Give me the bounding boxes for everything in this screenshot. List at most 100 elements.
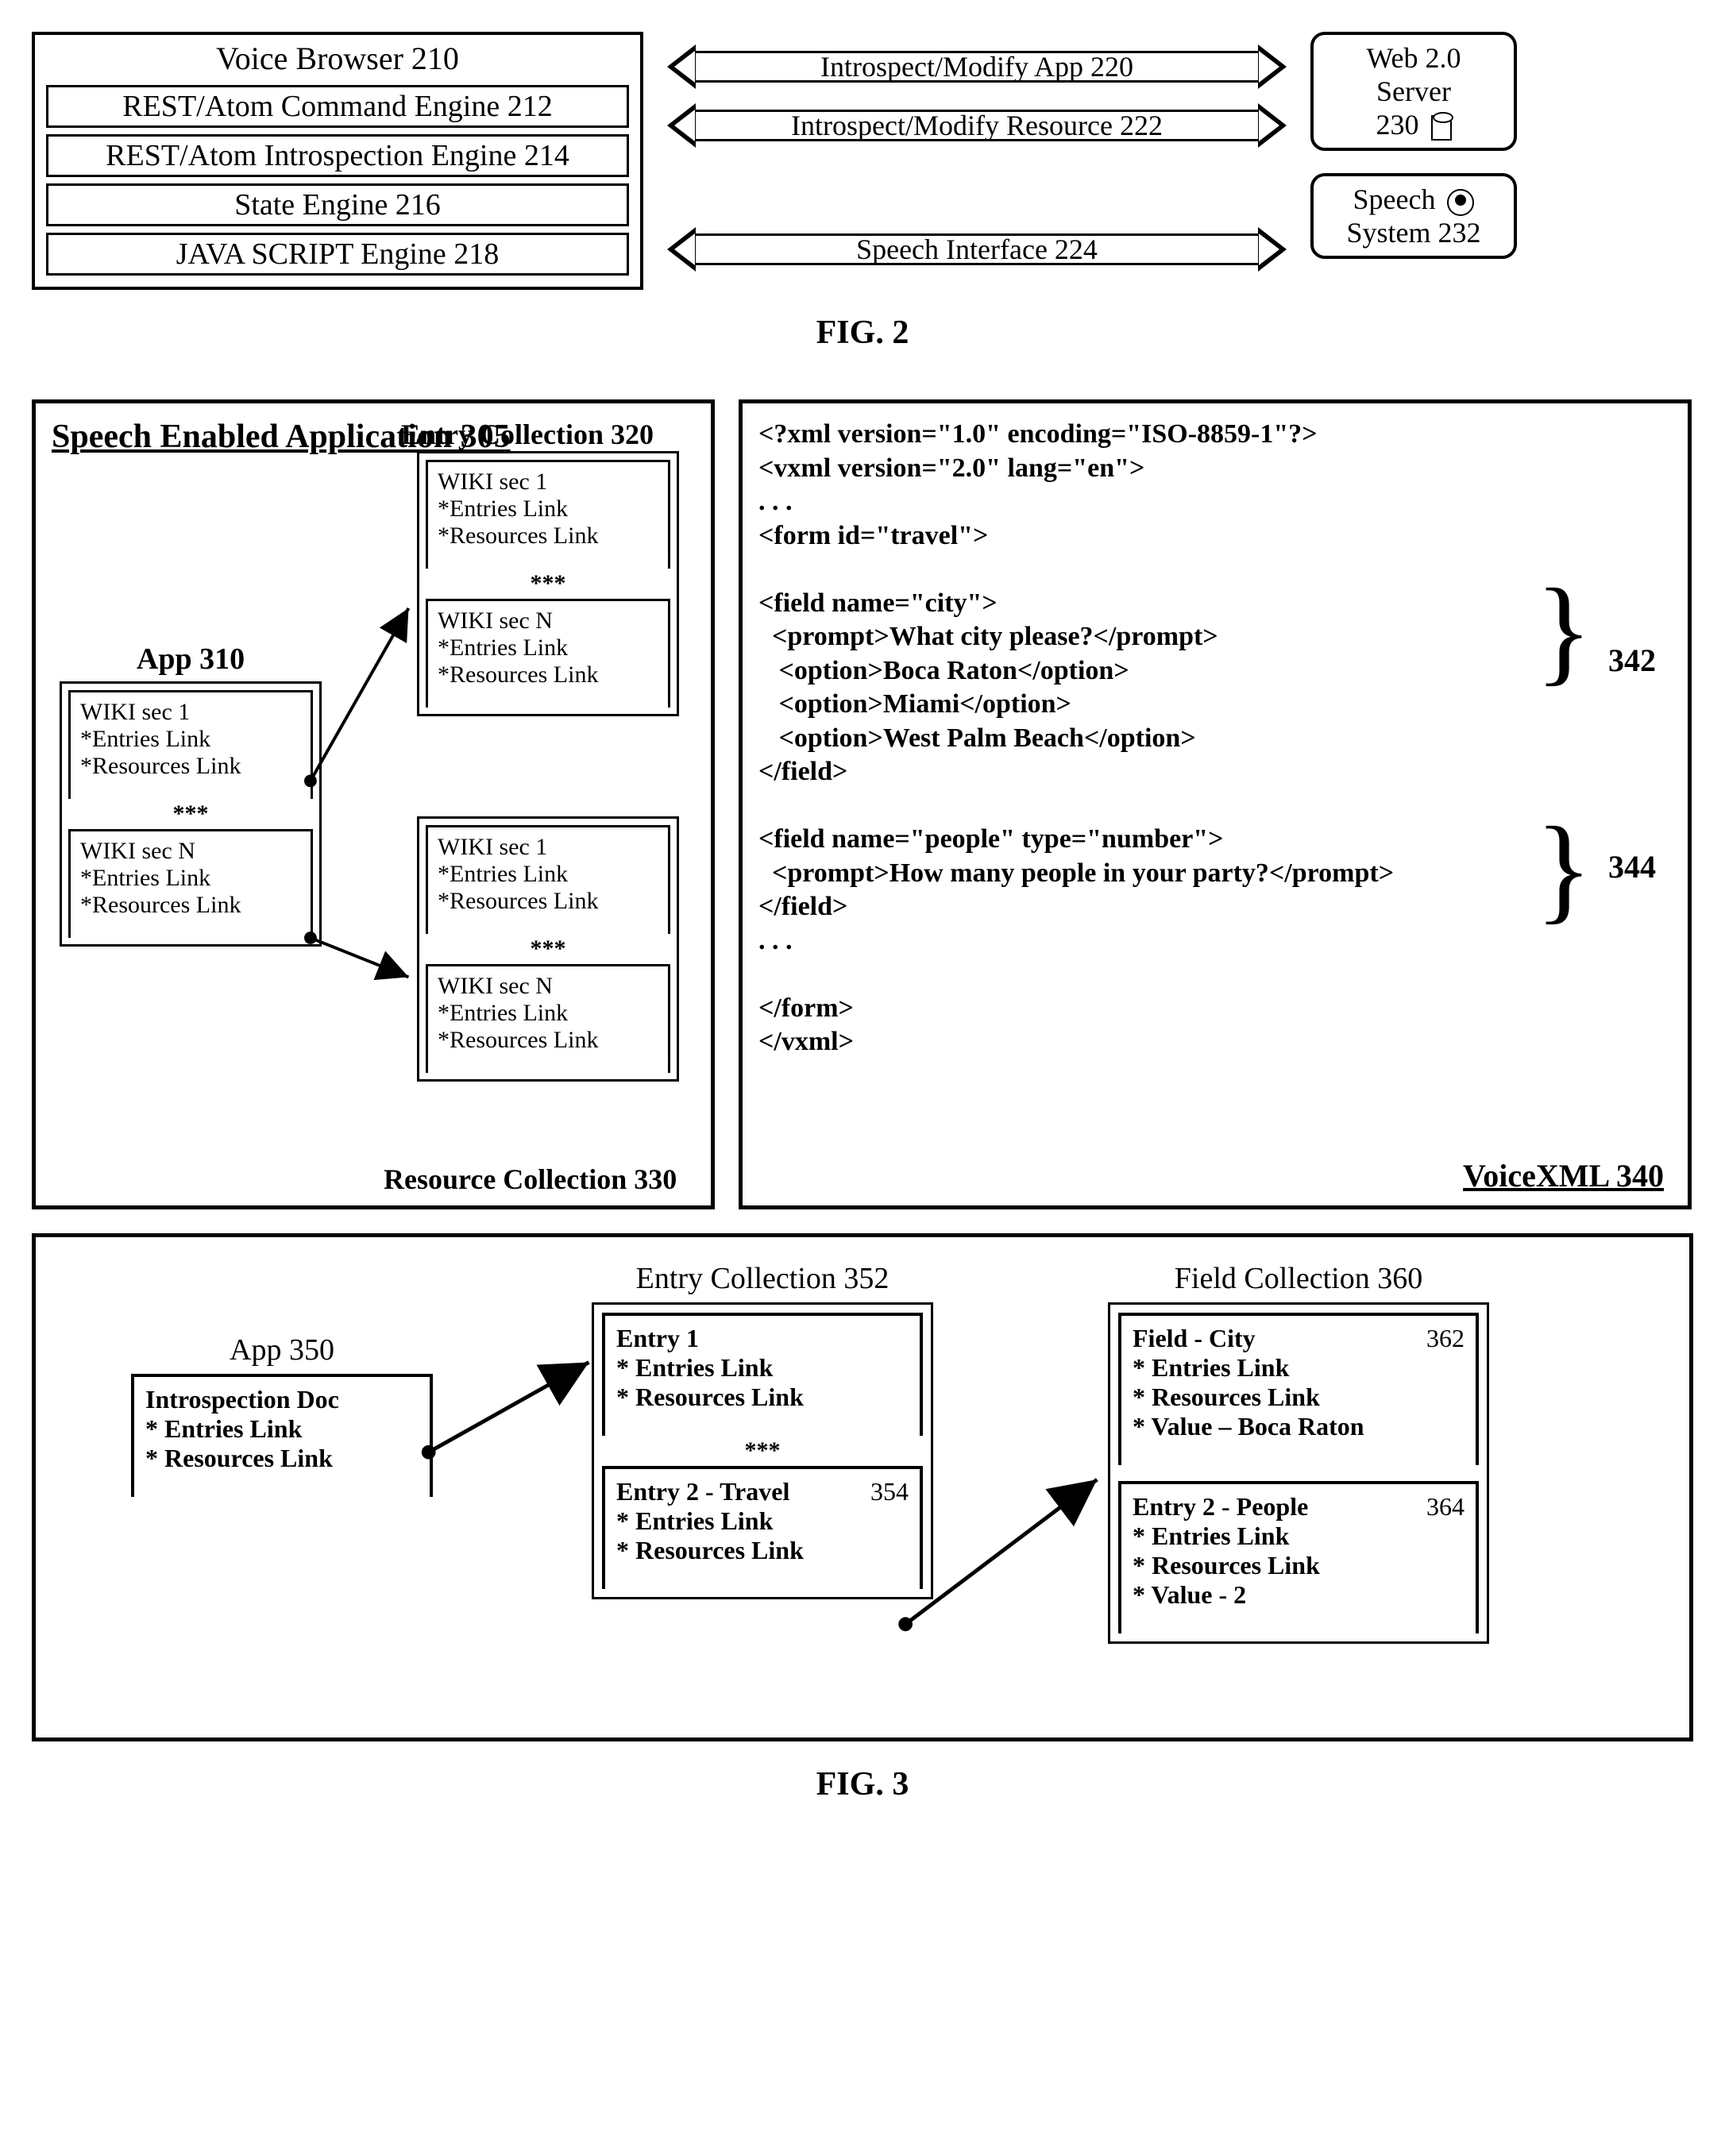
entries-link: *Entries Link <box>438 861 658 888</box>
app-310-box: WIKI sec 1 *Entries Link *Resources Link… <box>60 681 322 947</box>
figure-3-bottom-panel: App 350 Introspection Doc * Entries Link… <box>32 1233 1693 1741</box>
resources-link: * Resources Link <box>616 1536 909 1565</box>
entry-2-doc: 354 Entry 2 - Travel * Entries Link * Re… <box>602 1466 923 1589</box>
field-city-title: Field - City <box>1133 1324 1465 1353</box>
ref-354: 354 <box>870 1477 909 1506</box>
field-people-doc: 364 Entry 2 - People * Entries Link * Re… <box>1118 1481 1479 1633</box>
app-350-label: App 350 <box>131 1333 433 1367</box>
resource-doc-1: WIKI sec 1 *Entries Link *Resources Link <box>426 825 670 934</box>
ref-344: 344 <box>1608 848 1656 885</box>
app-doc-n: WIKI sec N *Entries Link *Resources Link <box>68 829 313 938</box>
field-collection-360-column: Field Collection 360 362 Field - City * … <box>1108 1261 1489 1644</box>
arrow-introspect-resource: Introspect/Modify Resource 222 <box>667 103 1287 148</box>
entries-link: * Entries Link <box>1133 1522 1465 1551</box>
resources-link: *Resources Link <box>80 753 301 780</box>
entry-doc-1: WIKI sec 1 *Entries Link *Resources Link <box>426 460 670 569</box>
entries-link: * Entries Link <box>1133 1353 1465 1383</box>
wiki-sec-1: WIKI sec 1 <box>438 469 658 496</box>
arrow-introspect-app: Introspect/Modify App 220 <box>667 44 1287 89</box>
speech-system-line2: System 232 <box>1325 216 1503 249</box>
entries-link: * Entries Link <box>616 1506 909 1536</box>
entry-collection-352-label: Entry Collection 352 <box>592 1261 933 1296</box>
resources-link: *Resources Link <box>438 661 658 688</box>
vxml-code: <?xml version="1.0" encoding="ISO-8859-1… <box>758 418 1672 1059</box>
resources-link: * Resources Link <box>145 1444 419 1473</box>
entries-link: *Entries Link <box>438 496 658 523</box>
entry-1-doc: Entry 1 * Entries Link * Resources Link <box>602 1313 923 1436</box>
voicexml-title: VoiceXML 340 <box>1463 1157 1664 1194</box>
arrow-speech-interface: Speech Interface 224 <box>667 227 1287 272</box>
entries-link: *Entries Link <box>80 726 301 753</box>
introspection-doc: Introspection Doc <box>145 1385 419 1414</box>
wiki-sec-n: WIKI sec N <box>80 838 301 865</box>
speech-head-icon <box>1447 189 1474 216</box>
value-2: * Value - 2 <box>1133 1580 1465 1610</box>
resources-link: *Resources Link <box>438 888 658 915</box>
vb-row-introspection-engine: REST/Atom Introspection Engine 214 <box>46 134 629 177</box>
wiki-sec-n: WIKI sec N <box>438 973 658 1000</box>
brace-icon: } <box>1535 800 1592 937</box>
ellipsis-stars: *** <box>426 570 670 597</box>
brace-icon: } <box>1535 562 1592 699</box>
speech-system-box: Speech System 232 <box>1310 173 1517 259</box>
ellipsis-stars: *** <box>426 935 670 962</box>
app-doc-1: WIKI sec 1 *Entries Link *Resources Link <box>68 690 313 799</box>
ellipsis-stars: *** <box>602 1437 923 1464</box>
speech-enabled-app-panel: Speech Enabled Application 305 Entry Col… <box>32 399 715 1209</box>
arrow-label: Introspect/Modify App 220 <box>696 51 1258 83</box>
vb-row-command-engine: REST/Atom Command Engine 212 <box>46 85 629 128</box>
resource-doc-n: WIKI sec N *Entries Link *Resources Link <box>426 964 670 1073</box>
ref-362: 362 <box>1426 1324 1465 1353</box>
entry-collection-320: WIKI sec 1 *Entries Link *Resources Link… <box>417 451 679 716</box>
ref-342: 342 <box>1608 642 1656 679</box>
entry-collection-label: Entry Collection 320 <box>401 418 654 451</box>
value-boca-raton: * Value – Boca Raton <box>1133 1412 1465 1441</box>
voice-browser-title: Voice Browser 210 <box>46 35 629 85</box>
voicexml-panel: <?xml version="1.0" encoding="ISO-8859-1… <box>739 399 1692 1209</box>
entries-link: * Entries Link <box>145 1414 419 1444</box>
vb-row-state-engine: State Engine 216 <box>46 183 629 226</box>
entries-link: *Entries Link <box>438 1000 658 1027</box>
wiki-sec-1: WIKI sec 1 <box>438 834 658 861</box>
resources-link: *Resources Link <box>438 1027 658 1054</box>
web-server-line3: 230 <box>1376 109 1419 141</box>
web-server-box: Web 2.0 Server 230 <box>1310 32 1517 151</box>
entries-link: *Entries Link <box>438 634 658 661</box>
speech-system-line1: Speech <box>1353 183 1436 215</box>
arrows-column: Introspect/Modify App 220 Introspect/Mod… <box>643 32 1310 286</box>
app-310-column: App 310 WIKI sec 1 *Entries Link *Resour… <box>60 642 322 947</box>
entry-collection-352-column: Entry Collection 352 Entry 1 * Entries L… <box>592 1261 933 1599</box>
resource-collection-330: WIKI sec 1 *Entries Link *Resources Link… <box>417 816 679 1082</box>
resources-link: *Resources Link <box>80 892 301 919</box>
app-350-doc: Introspection Doc * Entries Link * Resou… <box>131 1374 433 1497</box>
entry-doc-n: WIKI sec N *Entries Link *Resources Link <box>426 599 670 708</box>
field-collection-360-label: Field Collection 360 <box>1108 1261 1489 1296</box>
figure-3-caption: FIG. 3 <box>32 1765 1693 1803</box>
resources-link: * Resources Link <box>1133 1551 1465 1580</box>
wiki-sec-1: WIKI sec 1 <box>80 699 301 726</box>
field-city-doc: 362 Field - City * Entries Link * Resour… <box>1118 1313 1479 1465</box>
entry-1-title: Entry 1 <box>616 1324 909 1353</box>
ref-364: 364 <box>1426 1492 1465 1522</box>
entry-collection-352-box: Entry 1 * Entries Link * Resources Link … <box>592 1302 933 1599</box>
field-collection-360-box: 362 Field - City * Entries Link * Resour… <box>1108 1302 1489 1644</box>
app-310-label: App 310 <box>60 642 322 677</box>
vb-row-js-engine: JAVA SCRIPT Engine 218 <box>46 233 629 276</box>
app-350-column: App 350 Introspection Doc * Entries Link… <box>131 1333 433 1497</box>
server-icon <box>1431 115 1452 141</box>
resources-link: * Resources Link <box>1133 1383 1465 1412</box>
wiki-sec-n: WIKI sec N <box>438 607 658 634</box>
entries-link: *Entries Link <box>80 865 301 892</box>
resources-link: *Resources Link <box>438 523 658 550</box>
ellipsis-stars: *** <box>68 800 313 827</box>
voice-browser-box: Voice Browser 210 REST/Atom Command Engi… <box>32 32 643 290</box>
resources-link: * Resources Link <box>616 1383 909 1412</box>
right-column: Web 2.0 Server 230 Speech System 232 <box>1310 32 1517 259</box>
entries-link: * Entries Link <box>616 1353 909 1383</box>
arrow-label: Speech Interface 224 <box>696 233 1258 265</box>
entry-2-title: Entry 2 - Travel <box>616 1477 909 1506</box>
web-server-line1: Web 2.0 <box>1325 41 1503 75</box>
figure-2: Voice Browser 210 REST/Atom Command Engi… <box>32 32 1693 290</box>
arrow-label: Introspect/Modify Resource 222 <box>696 110 1258 141</box>
figure-3-top: Speech Enabled Application 305 Entry Col… <box>32 399 1693 1209</box>
